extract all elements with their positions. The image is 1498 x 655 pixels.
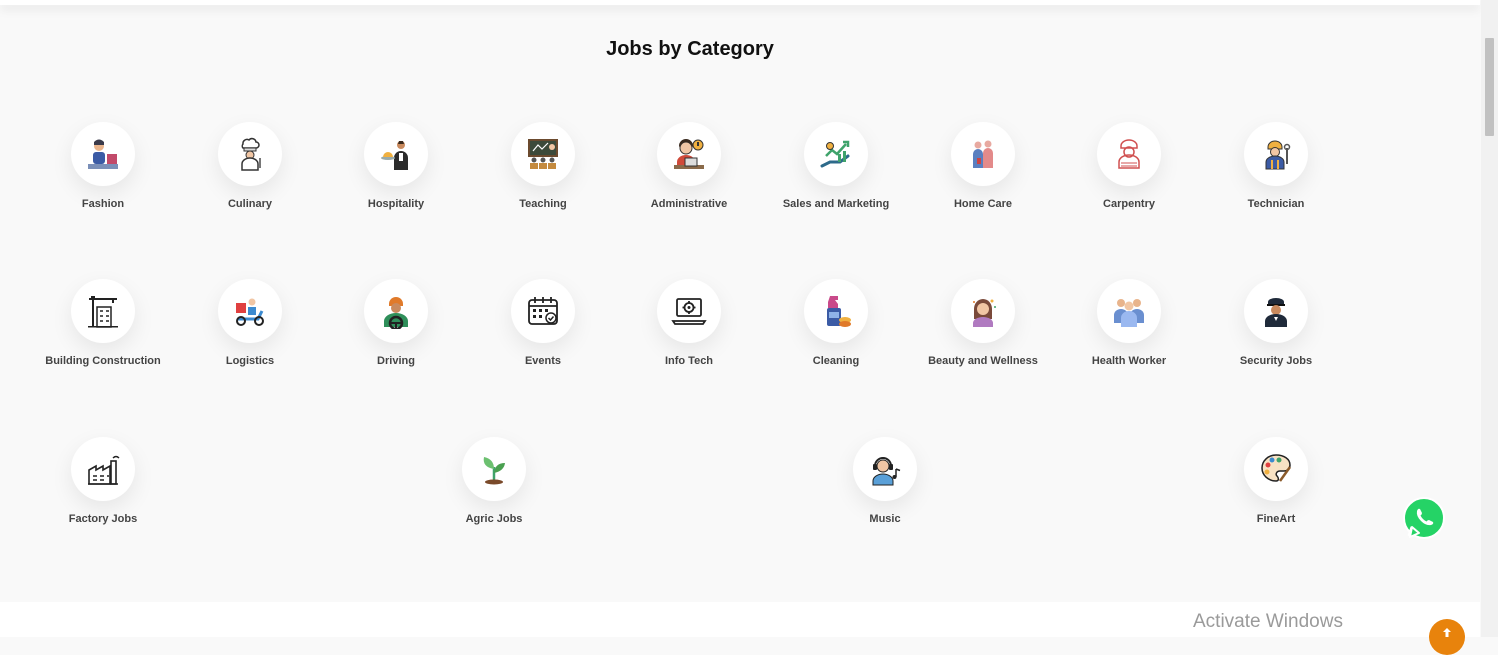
category-hospitality[interactable]: Hospitality [326, 122, 466, 210]
chef-icon [218, 122, 282, 186]
factory-icon [71, 437, 135, 501]
classroom-icon [511, 122, 575, 186]
category-label: Hospitality [367, 198, 425, 210]
category-logistics[interactable]: Logistics [180, 279, 320, 367]
security-guard-icon [1244, 279, 1308, 343]
header-bar [0, 0, 1480, 5]
category-driving[interactable]: Driving [326, 279, 466, 367]
category-sales-and-marketing[interactable]: Sales and Marketing [766, 122, 906, 210]
category-factory-jobs[interactable]: Factory Jobs [33, 437, 173, 525]
category-label: Music [869, 513, 901, 525]
arrow-up-icon [1443, 628, 1451, 637]
category-security-jobs[interactable]: Security Jobs [1206, 279, 1346, 367]
category-label: Cleaning [812, 355, 860, 367]
category-label: Home Care [953, 198, 1013, 210]
category-fashion[interactable]: Fashion [33, 122, 173, 210]
category-building-construction[interactable]: Building Construction [33, 279, 173, 367]
category-label: Agric Jobs [465, 513, 523, 525]
category-info-tech[interactable]: Info Tech [619, 279, 759, 367]
category-agric-jobs[interactable]: Agric Jobs [424, 437, 564, 525]
category-label: Culinary [227, 198, 272, 210]
growth-hand-icon [804, 122, 868, 186]
section-title: Jobs by Category [606, 38, 774, 60]
category-culinary[interactable]: Culinary [180, 122, 320, 210]
whatsapp-chat-button[interactable] [1401, 496, 1447, 542]
category-home-care[interactable]: Home Care [913, 122, 1053, 210]
category-label: Teaching [519, 198, 567, 210]
category-administrative[interactable]: Administrative [619, 122, 759, 210]
category-label: Administrative [650, 198, 728, 210]
category-label: Info Tech [664, 355, 714, 367]
technician-icon [1244, 122, 1308, 186]
caregiver-icon [951, 122, 1015, 186]
activate-windows-watermark: Activate Windows [1193, 611, 1343, 632]
category-label: Sales and Marketing [782, 198, 890, 210]
category-label: Events [524, 355, 562, 367]
laptop-gear-icon [657, 279, 721, 343]
paint-palette-icon [1244, 437, 1308, 501]
scrollbar-thumb[interactable] [1485, 38, 1494, 136]
carpenter-icon [1097, 122, 1161, 186]
category-label: Factory Jobs [68, 513, 138, 525]
waiter-icon [364, 122, 428, 186]
whatsapp-icon [1403, 497, 1445, 539]
category-label: Carpentry [1103, 198, 1155, 210]
delivery-scooter-icon [218, 279, 282, 343]
beauty-woman-icon [951, 279, 1015, 343]
cleaning-supplies-icon [804, 279, 868, 343]
admin-desk-icon [657, 122, 721, 186]
category-label: Fashion [81, 198, 125, 210]
category-beauty-and-wellness[interactable]: Beauty and Wellness [913, 279, 1053, 367]
category-teaching[interactable]: Teaching [473, 122, 613, 210]
category-fineart[interactable]: FineArt [1206, 437, 1346, 525]
page-scrollbar[interactable] [1481, 0, 1498, 637]
fashion-icon [71, 122, 135, 186]
category-events[interactable]: Events [473, 279, 613, 367]
music-headphones-icon [853, 437, 917, 501]
category-label: Health Worker [1091, 355, 1167, 367]
category-label: Beauty and Wellness [928, 355, 1038, 367]
category-label: Security Jobs [1239, 355, 1313, 367]
category-label: Logistics [225, 355, 275, 367]
calendar-icon [511, 279, 575, 343]
sprout-icon [462, 437, 526, 501]
category-label: Driving [377, 355, 415, 367]
category-technician[interactable]: Technician [1206, 122, 1346, 210]
category-health-worker[interactable]: Health Worker [1059, 279, 1199, 367]
category-music[interactable]: Music [815, 437, 955, 525]
crane-building-icon [71, 279, 135, 343]
category-carpentry[interactable]: Carpentry [1059, 122, 1199, 210]
category-label: Building Construction [45, 355, 161, 367]
driver-icon [364, 279, 428, 343]
health-workers-icon [1097, 279, 1161, 343]
category-label: FineArt [1256, 513, 1296, 525]
category-label: Technician [1247, 198, 1305, 210]
back-to-top-button[interactable] [1429, 619, 1465, 655]
category-cleaning[interactable]: Cleaning [766, 279, 906, 367]
